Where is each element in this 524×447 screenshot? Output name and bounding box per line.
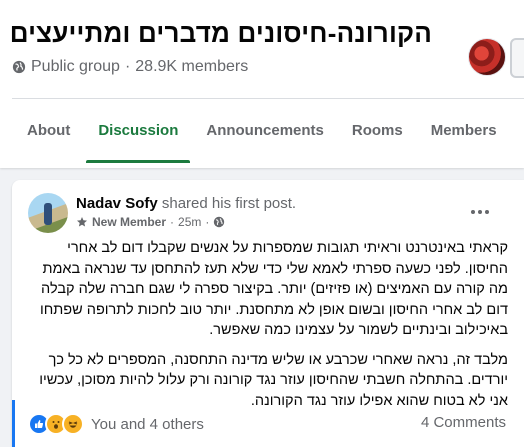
reactions-summary[interactable]: You and 4 others	[28, 413, 204, 435]
group-privacy: Public group	[31, 58, 120, 75]
globe-icon	[12, 60, 26, 74]
reactions-text[interactable]: You and 4 others	[91, 416, 204, 433]
public-audience-icon	[214, 216, 225, 228]
more-icon[interactable]	[466, 202, 494, 222]
post-time[interactable]: 25m	[178, 215, 201, 229]
group-header: הקורונה-חיסונים מדברים ומתייעצים Public …	[0, 0, 524, 168]
group-secondary-thumbnail[interactable]	[510, 38, 524, 78]
group-members-count[interactable]: 28.9K members	[135, 58, 248, 76]
tab-rooms[interactable]: Rooms	[338, 99, 417, 163]
meta-separator: ·	[124, 58, 131, 75]
avatar-figure	[44, 203, 52, 225]
subline-dot-2: ·	[205, 215, 210, 229]
subline-dot: ·	[170, 215, 175, 229]
wow-reaction-icon	[62, 413, 84, 435]
author-name[interactable]: Nadav Sofy	[76, 195, 158, 212]
post-paragraph: קראתי באינטרנט וראיתי תגובות שמספרות על …	[39, 240, 508, 338]
group-tabs: About Discussion Announcements Rooms Mem…	[12, 99, 511, 163]
post-card: Nadav Sofy shared his first post. New Me…	[12, 180, 524, 447]
group-cover-thumbnail[interactable]	[468, 38, 506, 76]
group-title[interactable]: הקורונה-חיסונים מדברים ומתייעצים	[10, 18, 432, 49]
focus-edge	[12, 400, 15, 447]
tab-about[interactable]: About	[12, 99, 84, 163]
new-member-icon	[77, 217, 87, 227]
post-author-line: Nadav Sofy shared his first post.	[76, 195, 296, 212]
tab-announcements[interactable]: Announcements	[192, 99, 338, 163]
tab-discussion[interactable]: Discussion	[84, 99, 192, 163]
new-member-badge: New Member	[92, 215, 167, 229]
post-subline: New Member · 25m ·	[76, 215, 225, 229]
post-action-text: shared his first post.	[161, 195, 297, 212]
group-meta: Public group · 28.9K members	[12, 58, 248, 76]
post-paragraph: מלבד זה, נראה שאחרי שכרבע או שליש מדינה …	[39, 351, 508, 409]
post-body: קראתי באינטרנט וראיתי תגובות שמספרות על …	[28, 238, 508, 420]
comments-count[interactable]: 4 Comments	[421, 414, 506, 431]
author-avatar[interactable]	[28, 193, 68, 233]
tab-members[interactable]: Members	[417, 99, 511, 163]
